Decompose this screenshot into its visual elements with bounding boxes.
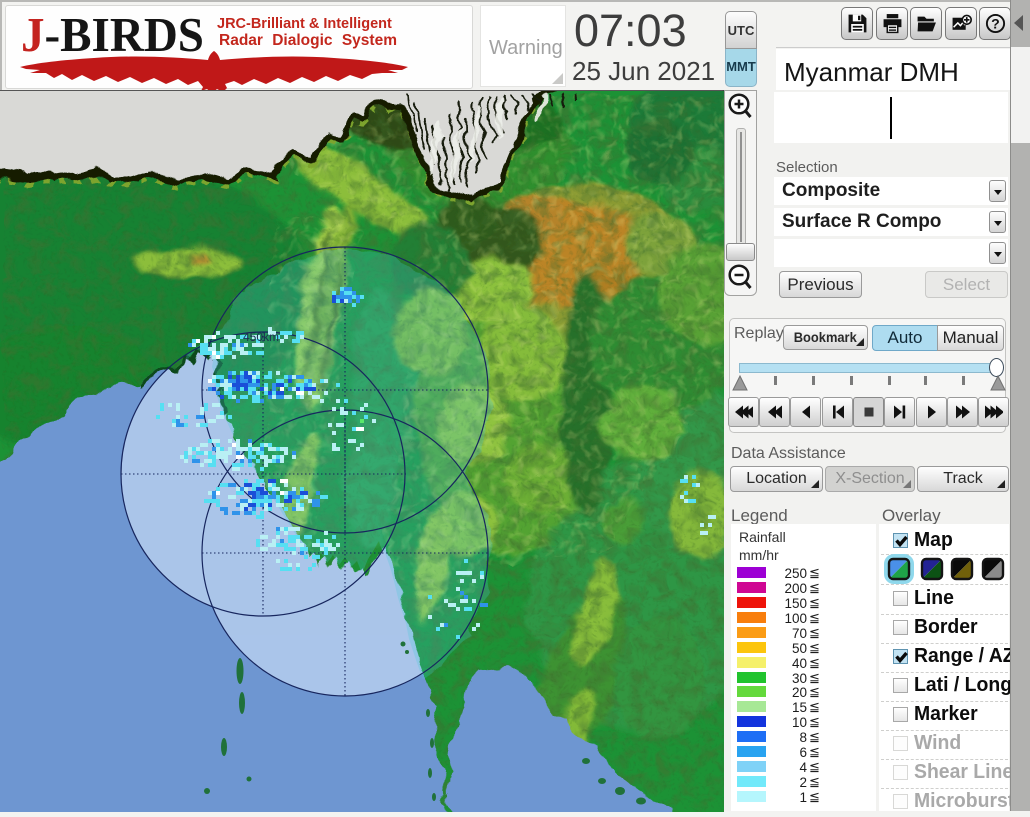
svg-text:?: ?	[991, 17, 1000, 33]
svg-text:450km: 450km	[243, 330, 279, 344]
